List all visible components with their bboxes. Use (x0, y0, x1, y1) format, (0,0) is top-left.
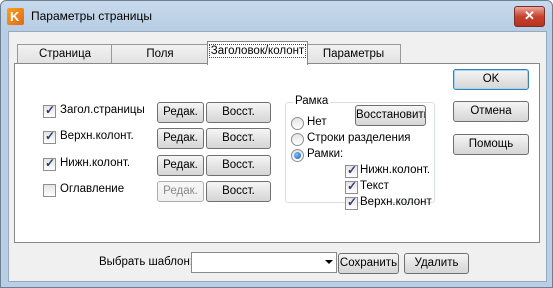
frame-boxes-label: Рамки: (307, 148, 344, 160)
frame-header-label: Верхн.колонт (360, 196, 432, 208)
header-checkbox[interactable] (43, 129, 56, 144)
template-label: Выбрать шаблон: (99, 256, 193, 268)
cancel-button[interactable]: Отмена (453, 101, 529, 122)
window-title: Параметры страницы (31, 9, 152, 23)
help-button[interactable]: Помощь (453, 134, 529, 155)
template-select[interactable] (191, 252, 337, 273)
tab-header-footer-label: Заголовок/колонт (208, 44, 307, 58)
save-template-button[interactable]: Сохранить (338, 253, 399, 274)
frame-none-label: Нет (307, 116, 327, 128)
frame-footer-checkbox[interactable] (345, 163, 358, 178)
dialog-window: K Параметры страницы ✕ Страница Поля Заг… (0, 0, 553, 288)
delete-template-button[interactable]: Удалить (404, 253, 469, 274)
frame-none-radio[interactable] (291, 117, 304, 130)
toc-restore-button[interactable]: Восст. (206, 181, 271, 202)
tab-margins[interactable]: Поля (111, 44, 209, 64)
app-logo-icon: K (7, 8, 24, 25)
footer-label: Нижн.колонт. (60, 157, 131, 169)
header-edit-button[interactable]: Редак. (157, 128, 204, 149)
frame-footer-label: Нижн.колонт. (360, 164, 431, 176)
page-title-restore-button[interactable]: Восст. (206, 102, 271, 123)
frame-restore-button[interactable]: Восстановить (355, 105, 426, 126)
frame-text-checkbox[interactable] (345, 179, 358, 194)
header-label: Верхн.колонт. (60, 130, 134, 142)
chevron-down-icon[interactable] (325, 260, 333, 264)
toc-edit-button: Редак. (157, 181, 204, 202)
page-title-label: Загол.страницы (60, 104, 145, 116)
close-button[interactable]: ✕ (514, 6, 545, 27)
tab-page[interactable]: Страница (17, 44, 113, 64)
frame-lines-radio[interactable] (291, 133, 304, 146)
frame-text-label: Текст (360, 180, 389, 192)
dialog-client-area: Страница Поля Заголовок/колонт Параметры… (8, 31, 547, 282)
page-title-edit-button[interactable]: Редак. (157, 102, 204, 123)
footer-restore-button[interactable]: Восст. (206, 155, 271, 176)
footer-checkbox[interactable] (43, 156, 56, 171)
frame-header-checkbox[interactable] (345, 195, 358, 210)
header-restore-button[interactable]: Восст. (206, 128, 271, 149)
title-bar[interactable]: K Параметры страницы ✕ (1, 1, 552, 31)
frame-group-title: Рамка (293, 95, 331, 107)
tab-header-footer[interactable]: Заголовок/колонт (207, 41, 308, 65)
frame-lines-label: Строки разделения (307, 132, 411, 144)
ok-button[interactable]: OK (453, 69, 529, 90)
frame-boxes-radio[interactable] (291, 149, 304, 162)
page-title-checkbox[interactable] (43, 103, 56, 118)
toc-checkbox[interactable] (43, 184, 56, 197)
footer-edit-button[interactable]: Редак. (157, 155, 204, 176)
tab-panel: Загол.страницы Редак. Восст. Верхн.колон… (14, 63, 540, 243)
tab-parameters[interactable]: Параметры (306, 44, 401, 64)
toc-label: Оглавление (60, 183, 125, 195)
